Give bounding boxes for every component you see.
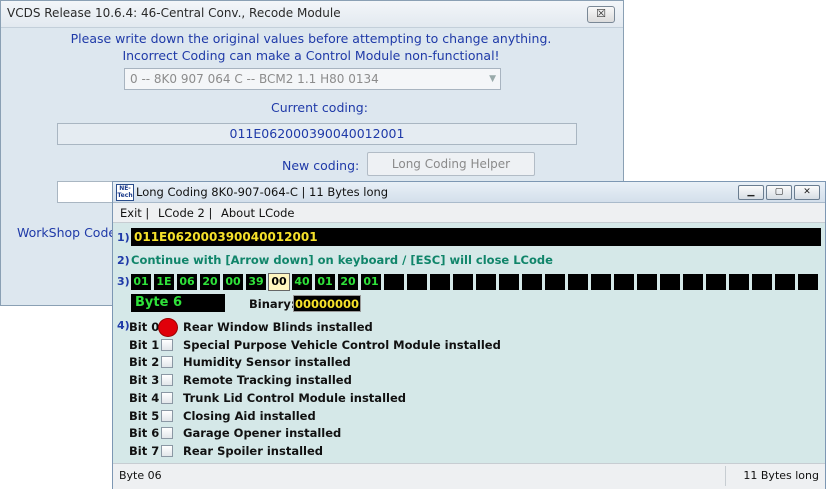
- byte-cell-6[interactable]: 00: [268, 273, 290, 291]
- bit-checkbox[interactable]: [161, 374, 173, 387]
- empty-byte-cell: [499, 274, 519, 290]
- byte-cell-9[interactable]: 20: [338, 274, 358, 290]
- empty-byte-cell: [476, 274, 496, 290]
- bit-label: Special Purpose Vehicle Control Module i…: [183, 337, 501, 352]
- warning-text-line2: Incorrect Coding can make a Control Modu…: [122, 48, 500, 63]
- empty-byte-cell: [660, 274, 680, 290]
- empty-byte-cell: [407, 274, 427, 290]
- minimize-icon[interactable]: ▁: [738, 185, 764, 200]
- step-3-label: 3): [117, 275, 130, 288]
- empty-byte-cell: [522, 274, 542, 290]
- menu-exit[interactable]: Exit |: [120, 206, 149, 220]
- empty-byte-cell: [453, 274, 473, 290]
- byte-cell-4[interactable]: 00: [223, 274, 243, 290]
- bit-name: Bit 7: [129, 443, 160, 458]
- status-byte: Byte 06: [119, 469, 162, 482]
- byte-cell-10[interactable]: 01: [361, 274, 381, 290]
- bit-name: Bit 5: [129, 408, 160, 423]
- bit-name: Bit 3: [129, 373, 160, 388]
- empty-byte-cell: [637, 274, 657, 290]
- empty-byte-cell: [798, 274, 818, 290]
- step-4-label: 4): [117, 319, 130, 332]
- binary-label: Binary:: [249, 297, 296, 311]
- warning-text-line1: Please write down the original values be…: [70, 31, 552, 46]
- current-coding-label: Current coding:: [271, 100, 368, 115]
- active-bit-indicator-icon[interactable]: [158, 318, 178, 337]
- step-2-label: 2): [117, 254, 130, 267]
- bit-label: Humidity Sensor installed: [183, 355, 351, 370]
- menu-lcode2[interactable]: LCode 2 |: [158, 206, 212, 220]
- empty-byte-cell: [614, 274, 634, 290]
- new-coding-label: New coding:: [282, 158, 360, 173]
- selected-byte-label: Byte 6: [131, 294, 225, 312]
- menu-about-lcode[interactable]: About LCode: [221, 206, 295, 220]
- byte-cell-2[interactable]: 06: [177, 274, 197, 290]
- lcode-menubar: Exit | LCode 2 | About LCode: [113, 203, 825, 223]
- lcode-titlebar: NE-Tech Long Coding 8K0-907-064-C | 11 B…: [113, 182, 825, 203]
- chevron-down-icon[interactable]: ▼: [489, 69, 496, 89]
- status-divider: [725, 466, 726, 486]
- empty-byte-cell: [568, 274, 588, 290]
- empty-byte-cell: [683, 274, 703, 290]
- byte-cell-0[interactable]: 01: [131, 274, 151, 290]
- bit-checkbox[interactable]: [161, 444, 173, 457]
- bit-label: Remote Tracking installed: [183, 373, 352, 388]
- empty-byte-cell: [775, 274, 795, 290]
- empty-byte-cell: [729, 274, 749, 290]
- bit-name: Bit 4: [129, 390, 160, 405]
- step-1-label: 1): [117, 231, 130, 244]
- long-coding-helper-button[interactable]: Long Coding Helper: [367, 152, 535, 176]
- maximize-icon[interactable]: ▢: [766, 185, 792, 200]
- recode-close-button[interactable]: ☒: [587, 6, 615, 23]
- new-coding-input[interactable]: [57, 181, 117, 203]
- bit-checkbox[interactable]: [161, 356, 173, 369]
- empty-byte-cell: [752, 274, 772, 290]
- instruction-text: Continue with [Arrow down] on keyboard /…: [131, 253, 553, 267]
- status-length: 11 Bytes long: [743, 469, 819, 482]
- bit-checkbox[interactable]: [161, 391, 173, 404]
- bit-name: Bit 1: [129, 337, 160, 352]
- current-coding-field: 011E062000390040012001: [57, 123, 577, 145]
- bit-checkbox[interactable]: [161, 409, 173, 422]
- byte-cell-1[interactable]: 1E: [154, 274, 174, 290]
- module-select-value: 0 -- 8K0 907 064 C -- BCM2 1.1 H80 0134: [130, 72, 379, 86]
- coding-string-field[interactable]: 011E062000390040012001: [131, 228, 821, 246]
- bit-checkbox[interactable]: [161, 338, 173, 351]
- module-select[interactable]: 0 -- 8K0 907 064 C -- BCM2 1.1 H80 0134 …: [124, 68, 501, 90]
- lcode-window-title: Long Coding 8K0-907-064-C | 11 Bytes lon…: [136, 185, 389, 199]
- recode-window-title: VCDS Release 10.6.4: 46-Central Conv., R…: [7, 6, 341, 20]
- byte-cell-5[interactable]: 39: [246, 274, 266, 290]
- netech-logo-icon: NE-Tech: [116, 184, 134, 201]
- empty-byte-cell: [591, 274, 611, 290]
- recode-titlebar: VCDS Release 10.6.4: 46-Central Conv., R…: [1, 1, 623, 28]
- bit-name: Bit 6: [129, 426, 160, 441]
- bit-label: Closing Aid installed: [183, 408, 316, 423]
- bit-label: Rear Window Blinds installed: [183, 320, 373, 334]
- empty-byte-cell: [545, 274, 565, 290]
- byte-cell-3[interactable]: 20: [200, 274, 220, 290]
- byte-cell-8[interactable]: 01: [315, 274, 335, 290]
- empty-byte-cell: [384, 274, 404, 290]
- lcode-window: NE-Tech Long Coding 8K0-907-064-C | 11 B…: [112, 181, 826, 489]
- bit-label: Trunk Lid Control Module installed: [183, 390, 406, 405]
- empty-byte-cell: [706, 274, 726, 290]
- binary-value-field: 00000000: [293, 295, 361, 312]
- close-icon[interactable]: ✕: [794, 185, 820, 200]
- bit-checkbox[interactable]: [161, 427, 173, 440]
- bit-label: Garage Opener installed: [183, 426, 342, 441]
- bit-label: Rear Spoiler installed: [183, 443, 324, 458]
- status-bar: Byte 06 11 Bytes long: [113, 463, 825, 489]
- bit-name: Bit 2: [129, 355, 160, 370]
- byte-cell-7[interactable]: 40: [292, 274, 312, 290]
- empty-byte-cell: [430, 274, 450, 290]
- workshop-code-label: WorkShop Code: [17, 225, 117, 240]
